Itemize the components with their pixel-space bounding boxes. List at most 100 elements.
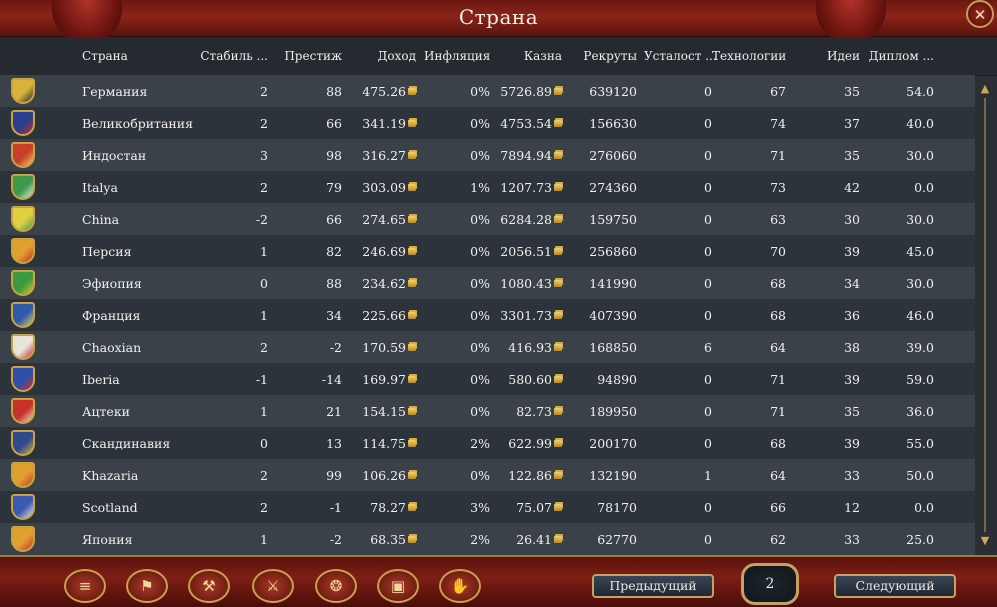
country-name[interactable]: China — [82, 212, 119, 227]
column-header-inflation[interactable]: Инфляция — [424, 49, 490, 63]
column-header-treasury[interactable]: Казна — [500, 49, 562, 63]
circle-icon[interactable] — [11, 334, 35, 360]
close-button[interactable]: ✕ — [966, 0, 994, 28]
previous-page-button[interactable]: Предыдущий — [592, 574, 714, 598]
lily-icon[interactable] — [11, 302, 35, 328]
table-row[interactable]: Эфиопия 0 88 234.62 0% 1080.43 141990 0 68 34 30.0 — [0, 267, 975, 299]
table-row[interactable]: Германия 2 88 475.26 0% 5726.89 639120 0 67 35 54.… — [0, 75, 975, 107]
table-row[interactable]: Скандинавия 0 13 114.75 2% 622.99 200170 0 68 39 5… — [0, 427, 975, 459]
column-header-diplomacy[interactable]: Диплом ... — [866, 49, 934, 63]
table-row[interactable]: China -2 66 274.65 0% 6284.28 159750 0 63 30 30.0 — [0, 203, 975, 235]
column-header-prestige[interactable]: Престиж — [280, 49, 342, 63]
inflation-cell: 0% — [424, 84, 490, 99]
inflation-cell-value: 0% — [470, 116, 490, 131]
table-row[interactable]: Япония 1 -2 68.35 2% 26.41 62770 0 62 33 25.0 — [0, 523, 975, 555]
treasury-cell-value: 122.86 — [508, 468, 552, 483]
table-row[interactable]: Франция 1 34 225.66 0% 3301.73 407390 0 68 36 46.0 — [0, 299, 975, 331]
country-name[interactable]: Франция — [82, 308, 140, 323]
stability-cell-value: 1 — [260, 532, 268, 547]
table-row[interactable]: Chaoxian 2 -2 170.59 0% 416.93 168850 6 64 38 39.0 — [0, 331, 975, 363]
tech-cell-value: 68 — [770, 276, 786, 291]
income-cell: 303.09 — [350, 180, 416, 195]
ledger-button[interactable]: ≡ — [64, 569, 106, 603]
scroll-up-arrow-icon[interactable]: ▲ — [979, 82, 991, 96]
scrollbar[interactable]: ▲ ▼ — [979, 82, 991, 552]
saltire-icon[interactable] — [11, 494, 35, 520]
ideas-cell-value: 35 — [844, 84, 860, 99]
swords-button[interactable]: ⚔ — [252, 569, 294, 603]
grid-icon[interactable] — [11, 462, 35, 488]
window-title: Страна — [458, 5, 539, 29]
tech-cell-value: 71 — [770, 148, 786, 163]
column-header-ideas[interactable]: Идеи — [800, 49, 860, 63]
country-name[interactable]: Германия — [82, 84, 147, 99]
table-row[interactable]: Персия 1 82 246.69 0% 2056.51 256860 0 70 39 45.0 — [0, 235, 975, 267]
army-button[interactable]: ⚒ — [188, 569, 230, 603]
weariness-cell: 0 — [644, 180, 712, 195]
scroll-track[interactable] — [984, 98, 986, 532]
crown-icon[interactable] — [11, 430, 35, 456]
country-name[interactable]: Italya — [82, 180, 118, 195]
sun-icon[interactable] — [11, 398, 35, 424]
circle-icon[interactable] — [11, 526, 35, 552]
scroll-down-arrow-icon[interactable]: ▼ — [979, 534, 991, 548]
stability-cell-value: -2 — [255, 212, 268, 227]
column-header-manpower[interactable]: Рекруты — [575, 49, 637, 63]
cross-icon[interactable] — [11, 238, 35, 264]
treasury-cell-value: 416.93 — [508, 340, 552, 355]
column-header-tech[interactable]: Технологии — [712, 49, 786, 63]
table-row[interactable]: Italya 2 79 303.09 1% 1207.73 274360 0 73 42 0.0 — [0, 171, 975, 203]
table-row[interactable]: Scotland 2 -1 78.27 3% 75.07 78170 0 66 12 0.0 — [0, 491, 975, 523]
prestige-cell: 34 — [280, 308, 342, 323]
weariness-cell-value: 0 — [704, 404, 712, 419]
country-name[interactable]: Scotland — [82, 500, 138, 515]
crest-icon[interactable] — [11, 142, 35, 168]
table-row[interactable]: Индостан 3 98 316.27 0% 7894.94 276060 0 71 35 30.… — [0, 139, 975, 171]
treasury-cell-value: 75.07 — [516, 500, 552, 515]
country-name[interactable]: Khazaria — [82, 468, 138, 483]
trade-button[interactable]: ▣ — [377, 569, 419, 603]
country-name[interactable]: Ацтеки — [82, 404, 130, 419]
table-row[interactable]: Ацтеки 1 21 154.15 0% 82.73 189950 0 71 35 36.0 — [0, 395, 975, 427]
coins-button[interactable]: ❂ — [315, 569, 357, 603]
union-jack-icon[interactable] — [11, 110, 35, 136]
treasury-cell-value: 580.60 — [508, 372, 552, 387]
weariness-cell-value: 6 — [704, 340, 712, 355]
ideas-cell-value: 42 — [844, 180, 860, 195]
stripes-icon[interactable] — [11, 174, 35, 200]
inflation-cell: 0% — [424, 340, 490, 355]
country-name[interactable]: Скандинавия — [82, 436, 170, 451]
eagle-icon[interactable] — [11, 78, 35, 104]
flag-button[interactable]: ⚑ — [126, 569, 168, 603]
stripes-icon[interactable] — [11, 206, 35, 232]
table-row[interactable]: Khazaria 2 99 106.26 0% 122.86 132190 1 64 33 50.0 — [0, 459, 975, 491]
tech-cell-value: 74 — [770, 116, 786, 131]
lion-icon[interactable] — [11, 270, 35, 296]
inflation-cell-value: 0% — [470, 244, 490, 259]
column-header-weariness[interactable]: Усталост ... — [644, 49, 717, 63]
next-page-button[interactable]: Следующий — [834, 574, 956, 598]
column-header-country[interactable]: Страна — [82, 49, 128, 63]
quarters-icon[interactable] — [11, 366, 35, 392]
table-row[interactable]: Iberia -1 -14 169.97 0% 580.60 94890 0 71 39 59.0 — [0, 363, 975, 395]
treasury-cell: 622.99 — [500, 436, 562, 451]
country-name[interactable]: Chaoxian — [82, 340, 141, 355]
ideas-cell: 39 — [800, 372, 860, 387]
inflation-cell-value: 0% — [470, 340, 490, 355]
country-name[interactable]: Япония — [82, 532, 133, 547]
gold-coin-icon — [408, 152, 416, 159]
prestige-cell-value: 13 — [326, 436, 342, 451]
country-name[interactable]: Iberia — [82, 372, 120, 387]
gold-coin-icon — [554, 504, 562, 511]
country-name[interactable]: Великобритания — [82, 116, 193, 131]
handshake-button[interactable]: ✋ — [439, 569, 481, 603]
country-name[interactable]: Эфиопия — [82, 276, 142, 291]
diplomacy-cell: 46.0 — [866, 308, 934, 323]
country-name[interactable]: Персия — [82, 244, 132, 259]
prestige-cell-value: 66 — [326, 212, 342, 227]
country-name[interactable]: Индостан — [82, 148, 146, 163]
column-header-income[interactable]: Доход — [350, 49, 416, 63]
column-header-stability[interactable]: Стабиль ... — [190, 49, 268, 63]
table-row[interactable]: Великобритания 2 66 341.19 0% 4753.54 156630 0 7… — [0, 107, 975, 139]
gold-coin-icon — [554, 536, 562, 543]
